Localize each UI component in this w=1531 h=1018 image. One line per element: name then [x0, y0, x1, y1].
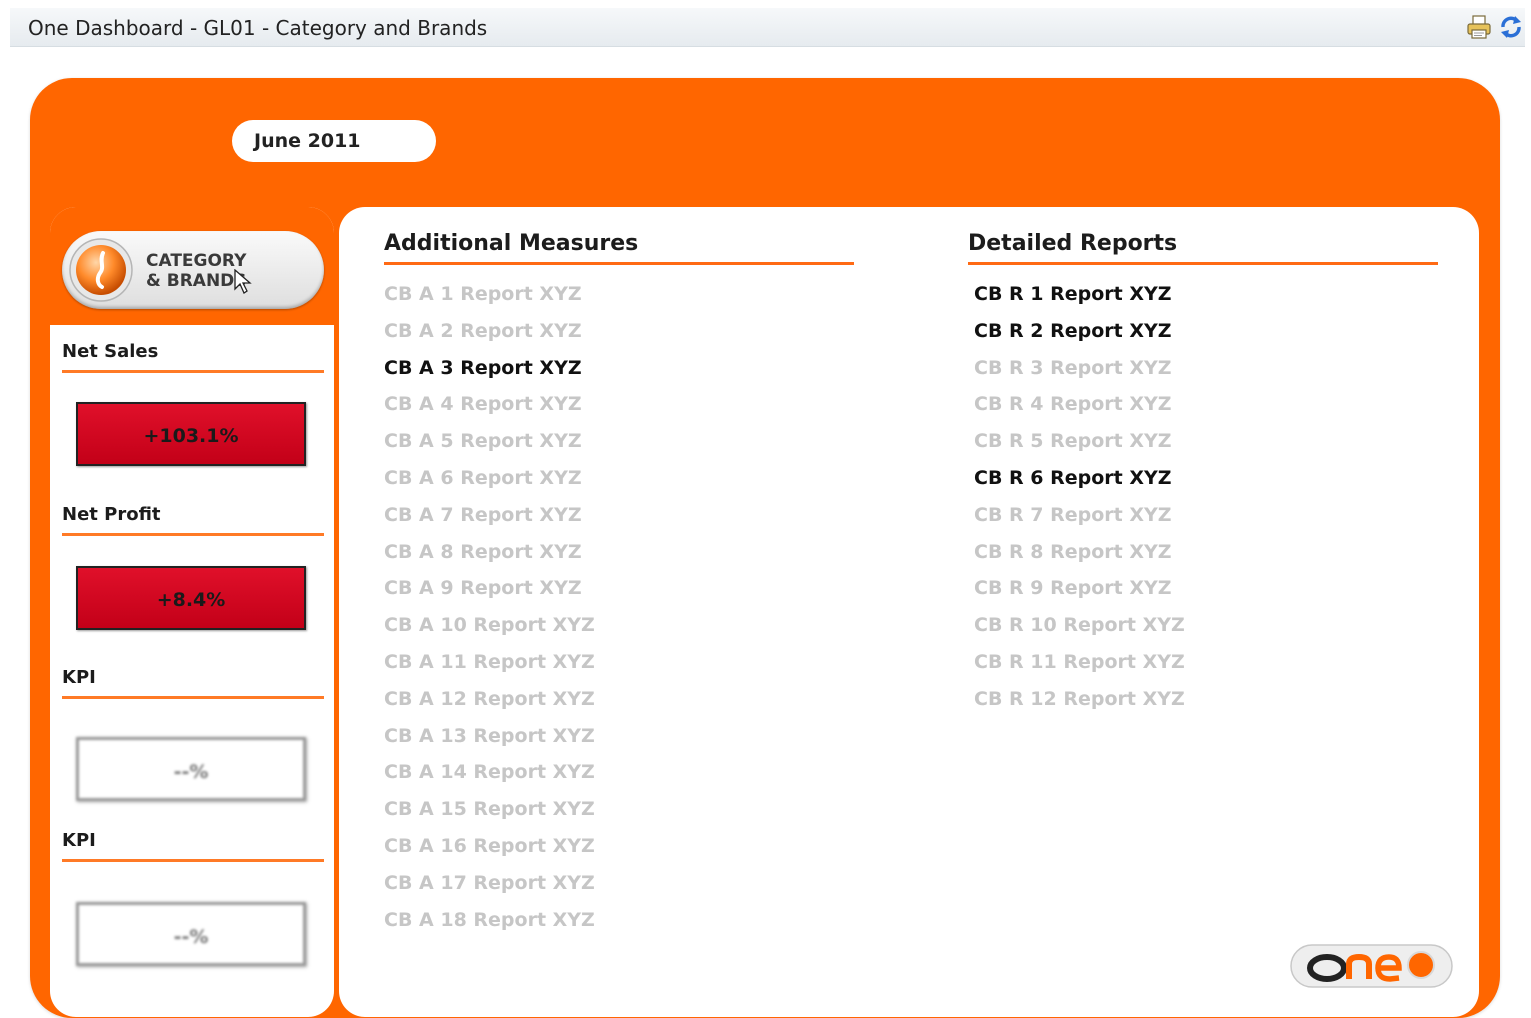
one-logo: [1289, 942, 1454, 990]
kpi-label-1: KPI: [62, 667, 324, 699]
report-link[interactable]: CB A 18 Report XYZ: [384, 907, 854, 944]
detailed-reports-list: CB R 1 Report XYZ CB R 2 Report XYZ CB R 3…: [968, 281, 1438, 723]
reports-panel: Additional Measures CB A 1 Report XYZ CB …: [339, 207, 1479, 1017]
report-link[interactable]: CB R 10 Report XYZ: [974, 612, 1438, 649]
report-link[interactable]: CB A 4 Report XYZ: [384, 391, 854, 428]
kpi-label-2: KPI: [62, 830, 324, 862]
report-link[interactable]: CB R 4 Report XYZ: [974, 391, 1438, 428]
category-button-label: CATEGORY & BRANDS: [146, 251, 316, 291]
additional-measures-list: CB A 1 Report XYZ CB A 2 Report XYZ CB A 3…: [384, 281, 854, 943]
report-link[interactable]: CB R 9 Report XYZ: [974, 575, 1438, 612]
mouse-cursor-icon: [234, 268, 252, 295]
date-selector[interactable]: June 2011: [232, 120, 436, 162]
kpi-value-2[interactable]: --%: [76, 902, 306, 966]
report-link[interactable]: CB R 1 Report XYZ: [974, 281, 1438, 318]
net-profit-value[interactable]: +8.4%: [76, 566, 306, 630]
refresh-icon[interactable]: [1498, 14, 1524, 40]
category-icon: [68, 237, 134, 303]
report-link[interactable]: CB A 3 Report XYZ: [384, 355, 854, 392]
report-link[interactable]: CB A 2 Report XYZ: [384, 318, 854, 355]
sidebar: CATEGORY & BRANDS Net Sales +103.1% Net …: [50, 207, 334, 1017]
report-link[interactable]: CB R 6 Report XYZ: [974, 465, 1438, 502]
report-link[interactable]: CB A 15 Report XYZ: [384, 796, 854, 833]
report-link[interactable]: CB A 14 Report XYZ: [384, 759, 854, 796]
additional-measures-heading: Additional Measures: [384, 231, 854, 265]
report-link[interactable]: CB R 5 Report XYZ: [974, 428, 1438, 465]
report-link[interactable]: CB A 10 Report XYZ: [384, 612, 854, 649]
report-link[interactable]: CB A 6 Report XYZ: [384, 465, 854, 502]
report-link[interactable]: CB A 9 Report XYZ: [384, 575, 854, 612]
category-brands-button[interactable]: CATEGORY & BRANDS: [62, 231, 324, 309]
report-link[interactable]: CB A 11 Report XYZ: [384, 649, 854, 686]
printer-icon[interactable]: [1466, 14, 1492, 40]
kpi-value-1[interactable]: --%: [76, 737, 306, 801]
report-link[interactable]: CB A 13 Report XYZ: [384, 723, 854, 760]
category-label-line2: & BRANDS: [146, 271, 247, 291]
report-link[interactable]: CB R 8 Report XYZ: [974, 539, 1438, 576]
report-link[interactable]: CB R 12 Report XYZ: [974, 686, 1438, 723]
report-link[interactable]: CB A 5 Report XYZ: [384, 428, 854, 465]
report-link[interactable]: CB A 7 Report XYZ: [384, 502, 854, 539]
category-label-line1: CATEGORY: [146, 251, 247, 271]
report-link[interactable]: CB R 2 Report XYZ: [974, 318, 1438, 355]
net-sales-value[interactable]: +103.1%: [76, 402, 306, 466]
detailed-reports-heading: Detailed Reports: [968, 231, 1438, 265]
report-link[interactable]: CB A 12 Report XYZ: [384, 686, 854, 723]
report-link[interactable]: CB R 11 Report XYZ: [974, 649, 1438, 686]
net-profit-label: Net Profit: [62, 504, 324, 536]
detailed-reports-column: Detailed Reports CB R 1 Report XYZ CB R 2…: [968, 231, 1438, 723]
report-link[interactable]: CB R 3 Report XYZ: [974, 355, 1438, 392]
additional-measures-column: Additional Measures CB A 1 Report XYZ CB …: [384, 231, 854, 943]
report-link[interactable]: CB R 7 Report XYZ: [974, 502, 1438, 539]
net-sales-label: Net Sales: [62, 341, 324, 373]
report-link[interactable]: CB A 16 Report XYZ: [384, 833, 854, 870]
window-title: One Dashboard - GL01 - Category and Bran…: [28, 16, 488, 40]
report-link[interactable]: CB A 8 Report XYZ: [384, 539, 854, 576]
window-titlebar: One Dashboard - GL01 - Category and Bran…: [10, 8, 1525, 47]
report-link[interactable]: CB A 17 Report XYZ: [384, 870, 854, 907]
report-link[interactable]: CB A 1 Report XYZ: [384, 281, 854, 318]
